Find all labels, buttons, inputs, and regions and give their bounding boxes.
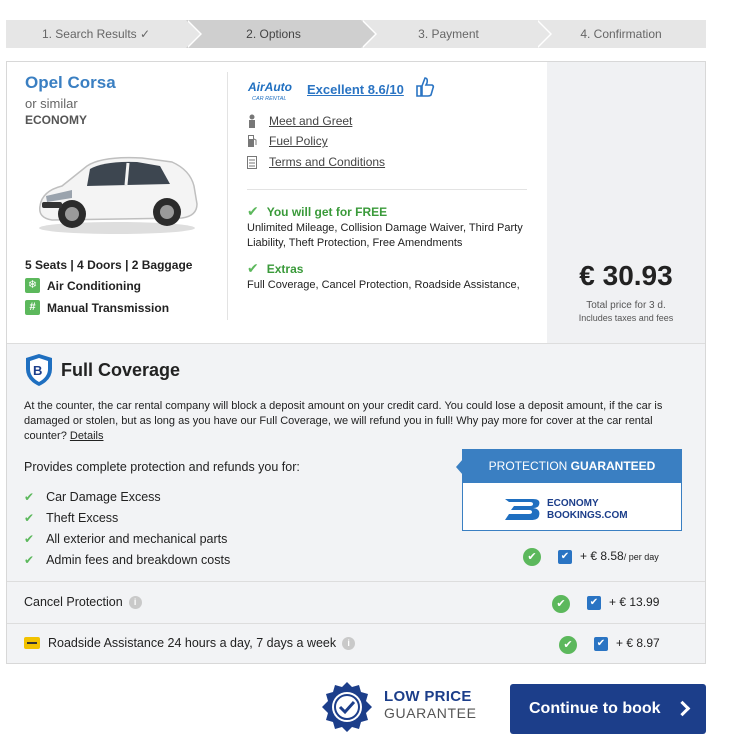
car-similar: or similar — [25, 96, 78, 111]
extras-text: Full Coverage, Cancel Protection, Roadsi… — [247, 279, 520, 291]
terms-link[interactable]: Terms and Conditions — [269, 155, 385, 169]
column-divider — [227, 72, 228, 320]
coverage-item: ✔ Admin fees and breakdown costs — [24, 553, 231, 567]
price-duration: Total price for 3 d. — [586, 300, 666, 311]
feature-label: Manual Transmission — [47, 300, 170, 315]
button-label: Continue to book — [529, 700, 661, 717]
continue-to-book-button[interactable]: Continue to book — [510, 684, 706, 734]
step-payment: 3. Payment — [361, 20, 552, 48]
coverage-title: Full Coverage — [61, 360, 181, 380]
roadside-icon — [24, 637, 40, 649]
shield-icon: B — [26, 354, 52, 386]
booking-progress: 1. Search Results ✓ 2. Options 3. Paymen… — [6, 20, 706, 48]
step-label: 2. Options — [246, 27, 301, 41]
coverage-provides: Provides complete protection and refunds… — [24, 460, 300, 474]
extras-heading: ✔ Extras — [247, 260, 304, 276]
check-icon: ✔ — [24, 553, 35, 567]
supplier-logo: AirAuto CAR RENTAL — [247, 80, 292, 102]
available-check-icon: ✔ — [559, 636, 577, 654]
protection-guarantee-badge: PROTECTION GUARANTEED ECONOMY BOOKINGS.C… — [456, 449, 682, 531]
car-image — [39, 156, 198, 234]
coverage-item: ✔ Theft Excess — [24, 511, 119, 525]
svg-text:B: B — [33, 363, 42, 378]
meet-and-greet-link[interactable]: Meet and Greet — [269, 114, 352, 128]
check-icon: ✔ — [247, 260, 259, 276]
option-row-roadside-assistance: Roadside Assistance 24 hours a day, 7 da… — [7, 623, 705, 663]
low-price-label: LOW PRICE — [384, 688, 472, 705]
economy-bookings-logo: ECONOMY BOOKINGS.COM — [505, 498, 628, 521]
check-icon: ✓ — [140, 27, 151, 41]
option-price: + € 13.99 — [609, 595, 660, 609]
fuel-policy-link[interactable]: Fuel Policy — [269, 134, 328, 148]
total-price: € 30.93 — [579, 260, 673, 291]
meet-and-greet-row: Meet and Greet — [247, 114, 352, 128]
gearbox-icon: # — [25, 300, 40, 315]
snowflake-icon: ❄ — [25, 278, 40, 293]
svg-text:ECONOMY: ECONOMY — [547, 498, 599, 509]
feature-label: Air Conditioning — [47, 278, 141, 293]
step-label: 1. Search Results — [41, 27, 137, 41]
car-summary: Opel Corsa or similar ECONOMY 5 Seats | … — [7, 62, 705, 343]
free-included-text: Unlimited Mileage, Collision Damage Waiv… — [247, 222, 523, 249]
full-coverage-checkbox[interactable]: ✔ — [558, 550, 572, 564]
cancel-protection-checkbox[interactable]: ✔ — [587, 596, 601, 610]
info-icon[interactable]: i — [128, 595, 142, 609]
check-icon: ✔ — [24, 511, 35, 525]
booking-card: Opel Corsa or similar ECONOMY 5 Seats | … — [6, 61, 706, 664]
option-price: + € 8.97 — [616, 636, 660, 650]
full-coverage-section: B Full Coverage At the counter, the car … — [7, 343, 705, 581]
document-icon — [247, 155, 257, 169]
free-included-heading: ✔ You will get for FREE — [247, 203, 388, 219]
step-search-results[interactable]: 1. Search Results ✓ — [6, 20, 202, 48]
roadside-assistance-checkbox[interactable]: ✔ — [594, 637, 608, 651]
car-class: ECONOMY — [25, 113, 88, 127]
check-icon: ✔ — [247, 203, 259, 219]
feature-manual-transmission: # Manual Transmission — [25, 300, 169, 315]
person-icon — [249, 114, 255, 128]
rating-link[interactable]: Excellent 8.6/10 — [307, 82, 404, 97]
terms-row: Terms and Conditions — [247, 155, 385, 169]
coverage-item: ✔ All exterior and mechanical parts — [24, 532, 228, 546]
coverage-item: ✔ Car Damage Excess — [24, 490, 161, 504]
car-title: Opel Corsa — [25, 73, 116, 92]
guarantee-heading: PROTECTION GUARANTEED — [462, 449, 682, 483]
coverage-price: + € 8.58/ per day — [580, 549, 659, 563]
divider — [247, 189, 527, 190]
info-icon[interactable]: i — [342, 636, 356, 650]
svg-text:BOOKINGS.COM: BOOKINGS.COM — [547, 510, 628, 521]
guarantee-label: GUARANTEE — [384, 705, 477, 721]
svg-text:AirAuto: AirAuto — [247, 80, 292, 94]
details-link[interactable]: Details — [70, 430, 104, 442]
price-note: Includes taxes and fees — [578, 313, 674, 323]
available-check-icon: ✔ — [552, 595, 570, 613]
step-confirmation: 4. Confirmation — [536, 20, 706, 48]
step-options: 2. Options — [186, 20, 377, 48]
thumbs-up-icon — [416, 77, 435, 97]
option-row-cancel-protection: Cancel Protection i ✔ ✔ + € 13.99 — [7, 581, 705, 623]
chevron-right-icon — [674, 700, 691, 717]
check-icon: ✔ — [24, 532, 35, 546]
car-specs: 5 Seats | 4 Doors | 2 Baggage — [25, 258, 193, 272]
option-label: Cancel Protection i — [24, 595, 142, 609]
fuel-policy-row: Fuel Policy — [247, 134, 328, 148]
available-check-icon: ✔ — [523, 548, 541, 566]
step-label: 4. Confirmation — [580, 27, 662, 41]
fuel-pump-icon — [248, 135, 257, 147]
low-price-badge-icon — [322, 682, 372, 732]
coverage-description: At the counter, the car rental company w… — [24, 400, 663, 442]
price-panel: € 30.93 Total price for 3 d. Includes ta… — [547, 62, 705, 343]
option-label: Roadside Assistance 24 hours a day, 7 da… — [24, 636, 356, 650]
check-icon: ✔ — [24, 490, 35, 504]
svg-text:CAR RENTAL: CAR RENTAL — [252, 96, 286, 102]
feature-air-conditioning: ❄ Air Conditioning — [25, 278, 141, 293]
step-label: 3. Payment — [418, 27, 479, 41]
